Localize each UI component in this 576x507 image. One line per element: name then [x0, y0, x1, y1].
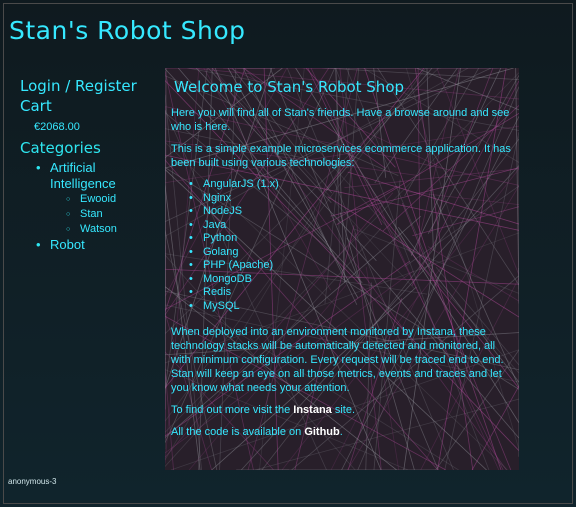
technology-item: Golang [189, 246, 515, 260]
technology-item: NodeJS [189, 205, 515, 219]
cart-link[interactable]: Cart [20, 96, 160, 116]
product-link-ewooid[interactable]: Ewooid [80, 193, 116, 205]
current-user: anonymous-3 [8, 477, 57, 486]
github-link[interactable]: Github [304, 426, 339, 438]
technology-item: MongoDB [189, 273, 515, 287]
technology-list: AngularJS (1.x) Nginx NodeJS Java Python… [171, 178, 515, 313]
subcategory-list: Ewooid Stan Watson [50, 192, 160, 237]
technology-item: PHP (Apache) [189, 259, 515, 273]
instana-link[interactable]: Instana [293, 404, 332, 416]
technology-item: Redis [189, 286, 515, 300]
more-info-suffix: site. [331, 404, 356, 416]
technology-item: Nginx [189, 192, 515, 206]
subcategory-item: Ewooid [66, 192, 160, 207]
technology-item: Java [189, 219, 515, 233]
tech-intro-paragraph: This is a simple example microservices e… [171, 143, 511, 169]
category-item: Robot [36, 237, 160, 253]
site-title: Stan's Robot Shop [9, 16, 246, 45]
technology-item: AngularJS (1.x) [189, 178, 515, 192]
category-item: Artificial Intelligence Ewooid Stan Wats… [36, 160, 160, 237]
cart-total: €2068.00 [34, 121, 80, 133]
code-paragraph: All the code is available on Github. [171, 425, 515, 439]
subcategory-item: Watson [66, 222, 160, 237]
category-link-robot[interactable]: Robot [50, 237, 85, 252]
intro-paragraph: Here you will find all of Stan's friends… [171, 107, 510, 133]
login-register-link[interactable]: Login / Register [20, 76, 160, 96]
category-list: Artificial Intelligence Ewooid Stan Wats… [20, 160, 160, 253]
welcome-panel: Welcome to Stan's Robot Shop Here you wi… [165, 68, 519, 470]
monitoring-paragraph: When deployed into an environment monito… [171, 326, 504, 394]
categories-heading: Categories [20, 139, 101, 157]
product-link-stan[interactable]: Stan [80, 208, 103, 220]
technology-item: Python [189, 232, 515, 246]
code-suffix: . [339, 426, 343, 438]
welcome-heading: Welcome to Stan's Robot Shop [174, 78, 405, 96]
technology-item: MySQL [189, 300, 515, 314]
code-prefix: All the code is available on [171, 426, 305, 438]
sidebar: Login / Register Cart €2068.00 Categorie… [20, 76, 160, 253]
more-info-prefix: To find out more visit the [171, 404, 294, 416]
category-link-artificial-intelligence[interactable]: Artificial Intelligence [50, 160, 116, 191]
more-info-paragraph: To find out more visit the Instana site. [171, 403, 515, 417]
subcategory-item: Stan [66, 207, 160, 222]
welcome-content: Welcome to Stan's Robot Shop Here you wi… [165, 68, 519, 439]
product-link-watson[interactable]: Watson [80, 223, 117, 235]
